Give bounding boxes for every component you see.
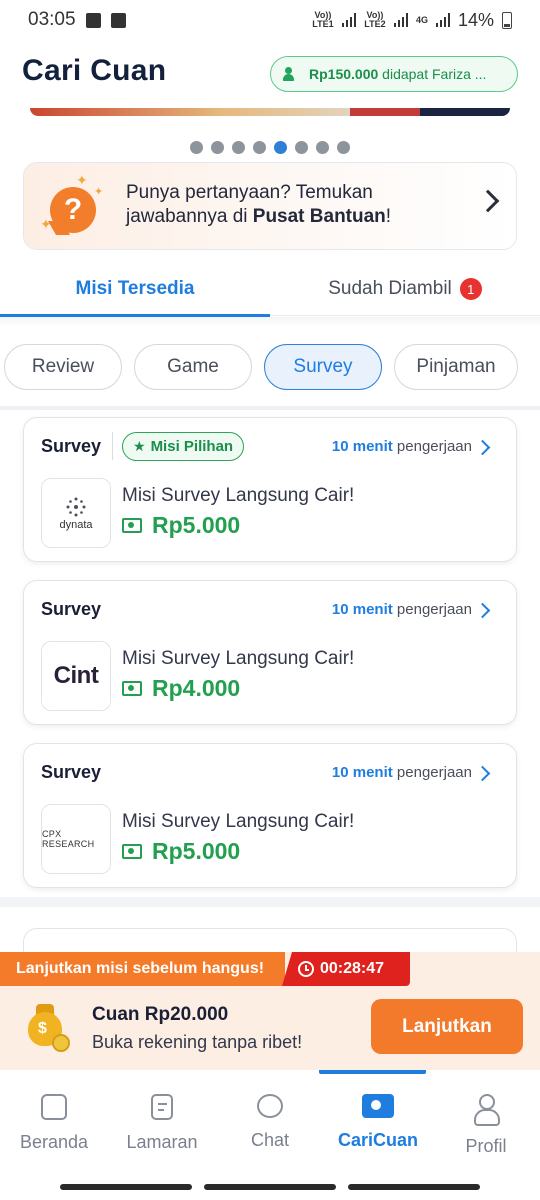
continue-mission-subtitle: Buka rekening tanpa ribet! <box>92 1032 303 1052</box>
sim1-label: Vo)) LTE1 <box>312 10 334 29</box>
carousel-dot[interactable] <box>190 141 203 154</box>
chip-review[interactable]: Review <box>4 344 122 390</box>
cpx-research-logo: CPX RESEARCH <box>41 804 111 874</box>
expiry-warning: Lanjutkan misi sebelum hangus! <box>0 952 285 986</box>
reward-ticker[interactable]: Rp150.000 didapat Fariza ... <box>270 56 518 92</box>
mission-duration: 10 menit pengerjaan <box>331 438 472 455</box>
clock-icon <box>298 961 314 977</box>
mission-category: Survey <box>41 599 102 619</box>
chip-pinjaman[interactable]: Pinjaman <box>394 344 518 390</box>
carousel-dot[interactable] <box>211 141 224 154</box>
nav-beranda[interactable]: Beranda <box>0 1070 108 1170</box>
question-bubble-icon: ✦ ✦ ✦ ? <box>40 172 104 233</box>
mission-reward: Rp5.000 <box>122 512 240 539</box>
nav-chat[interactable]: Chat <box>216 1070 324 1170</box>
mission-card[interactable]: Survey 10 menit pengerjaan Cint Misi Sur… <box>23 580 517 725</box>
featured-badge: ★ Misi Pilihan <box>122 432 245 461</box>
carousel-dot[interactable] <box>295 141 308 154</box>
money-icon <box>122 844 142 859</box>
help-card-text: Punya pertanyaan? Temukan jawabannya di … <box>126 182 392 227</box>
header: Cari Cuan Rp150.000 didapat Fariza ... <box>0 48 540 100</box>
countdown-timer: 00:28:47 <box>282 952 410 986</box>
dynata-logo: dynata <box>41 478 111 548</box>
status-time: 03:05 <box>28 9 76 30</box>
home-icon <box>41 1094 67 1120</box>
battery-icon <box>502 11 512 29</box>
count-badge: 1 <box>459 278 482 300</box>
mission-card[interactable]: Survey ★ Misi Pilihan 10 menit pengerjaa… <box>23 417 517 562</box>
continue-mission-title: Cuan Rp20.000 <box>92 1004 229 1025</box>
chevron-right-icon <box>474 602 491 619</box>
mission-category: Survey <box>41 436 102 456</box>
mission-duration: 10 menit pengerjaan <box>331 601 472 618</box>
checkbox-notification-icon <box>85 12 101 28</box>
document-icon <box>151 1094 173 1120</box>
image-notification-icon <box>110 12 126 28</box>
mission-reward: Rp5.000 <box>122 838 240 865</box>
signal-icon <box>435 13 450 27</box>
mission-duration: 10 menit pengerjaan <box>331 764 472 781</box>
battery-percent: 14% <box>457 9 494 30</box>
chevron-right-icon <box>476 189 500 213</box>
star-icon: ★ <box>133 438 146 454</box>
cint-logo: Cint <box>41 641 111 711</box>
mission-title: Misi Survey Langsung Cair! <box>122 811 355 832</box>
money-icon <box>122 518 142 533</box>
signal-icon <box>393 13 408 27</box>
tab-sudah-diambil[interactable]: Sudah Diambil 1 <box>270 262 540 316</box>
money-icon <box>362 1094 394 1118</box>
gesture-bar[interactable] <box>60 1184 480 1191</box>
reward-ticker-text: Rp150.000 didapat Fariza ... <box>309 66 487 82</box>
nav-caricuan[interactable]: CariCuan <box>324 1070 432 1170</box>
chip-survey[interactable]: Survey <box>264 344 382 390</box>
carousel-dot[interactable] <box>337 141 350 154</box>
carousel-dot[interactable] <box>274 141 287 154</box>
mission-card[interactable]: Survey 10 menit pengerjaan CPX RESEARCH … <box>23 743 517 888</box>
carousel-dot[interactable] <box>253 141 266 154</box>
carousel-dot[interactable] <box>316 141 329 154</box>
chevron-right-icon <box>474 439 491 456</box>
page-title: Cari Cuan <box>22 54 167 87</box>
nav-profil[interactable]: Profil <box>432 1070 540 1170</box>
continue-button[interactable]: Lanjutkan <box>371 999 523 1054</box>
promo-banner[interactable] <box>30 108 510 116</box>
chat-icon <box>257 1094 283 1118</box>
carousel-dots <box>0 141 540 154</box>
mission-tabs: Misi Tersedia Sudah Diambil 1 <box>0 262 540 317</box>
money-bag-icon: $ <box>24 1002 72 1054</box>
category-filter: Review Game Survey Pinjaman <box>4 344 540 390</box>
help-center-card[interactable]: ✦ ✦ ✦ ? Punya pertanyaan? Temukan jawaba… <box>23 162 517 250</box>
people-icon <box>283 67 301 81</box>
mission-title: Misi Survey Langsung Cair! <box>122 485 355 506</box>
chevron-right-icon <box>474 765 491 782</box>
status-bar: 03:05 Vo)) LTE1 Vo)) LTE2 4G 14% <box>0 0 540 40</box>
mission-title: Misi Survey Langsung Cair! <box>122 648 355 669</box>
network-label: 4G <box>415 14 428 25</box>
tab-misi-tersedia[interactable]: Misi Tersedia <box>0 262 270 317</box>
money-icon <box>122 681 142 696</box>
mission-reward: Rp4.000 <box>122 675 240 702</box>
sim2-label: Vo)) LTE2 <box>364 10 386 29</box>
continue-mission-panel: Lanjutkan misi sebelum hangus! 00:28:47 … <box>0 952 540 1070</box>
mission-category: Survey <box>41 762 102 782</box>
nav-lamaran[interactable]: Lamaran <box>108 1070 216 1170</box>
signal-icon <box>341 13 356 27</box>
bottom-nav: Beranda Lamaran Chat CariCuan Profil <box>0 1070 540 1170</box>
profile-icon <box>473 1094 500 1126</box>
carousel-dot[interactable] <box>232 141 245 154</box>
chip-game[interactable]: Game <box>134 344 252 390</box>
